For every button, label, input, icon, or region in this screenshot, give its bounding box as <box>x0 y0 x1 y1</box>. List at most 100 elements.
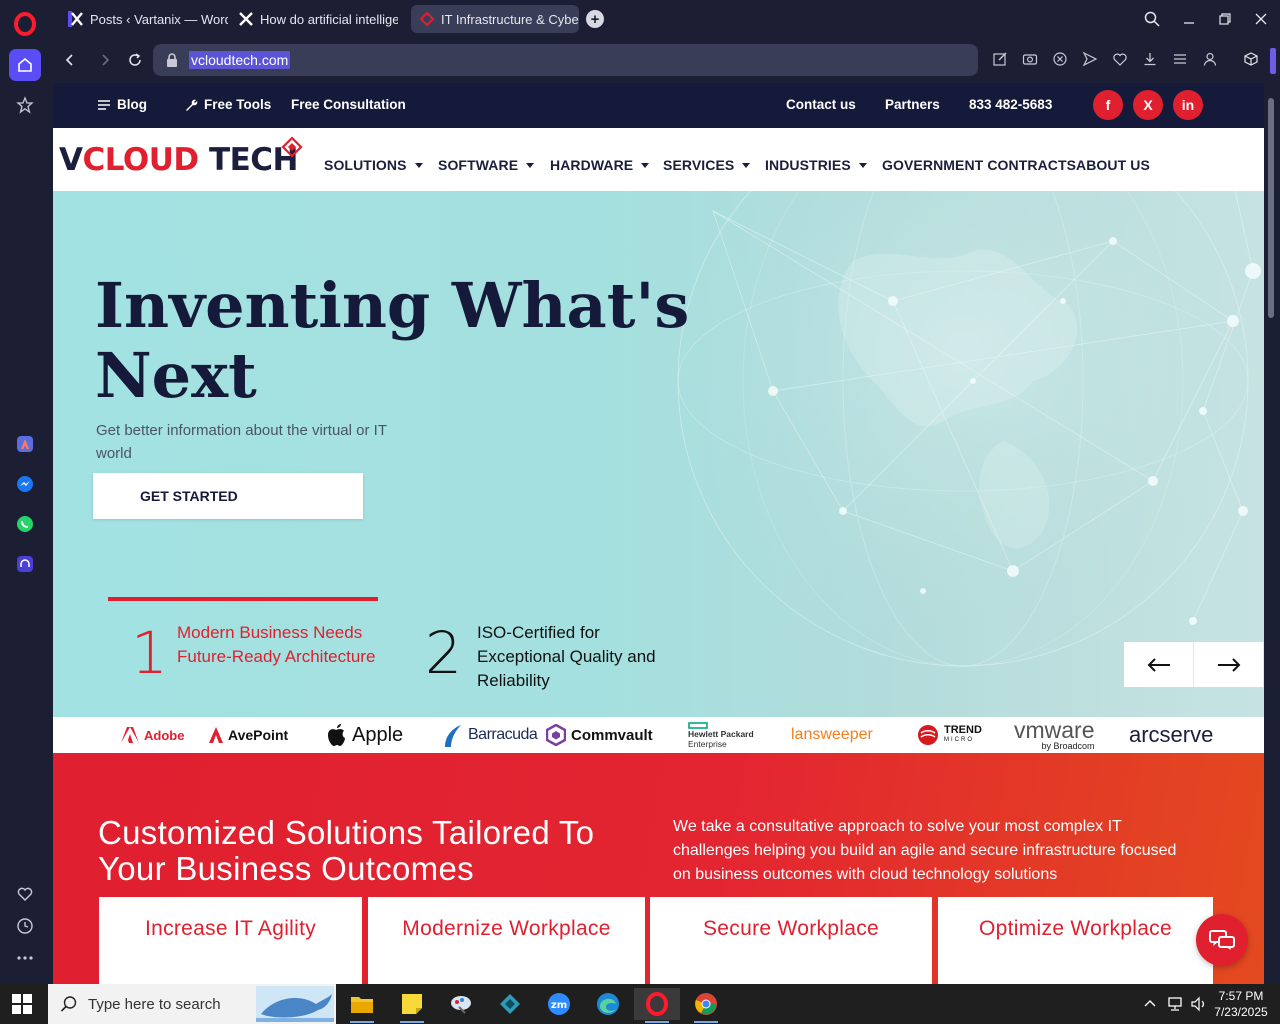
edge-icon <box>597 993 619 1015</box>
opera-logo-icon[interactable] <box>13 12 37 36</box>
send-button[interactable] <box>1082 51 1100 69</box>
partners-link[interactable]: Partners <box>885 97 940 112</box>
restore-button[interactable] <box>1214 8 1236 30</box>
nav-government-contracts[interactable]: GOVERNMENT CONTRACTS <box>882 157 1076 173</box>
volume-icon[interactable] <box>1190 996 1208 1012</box>
nav-government-label: GOVERNMENT CONTRACTS <box>882 157 1077 173</box>
zoom-app[interactable]: zm <box>539 988 579 1020</box>
extensions-button[interactable] <box>1243 51 1261 69</box>
nav-about-us[interactable]: ABOUT US <box>1076 157 1150 173</box>
x-twitter-button[interactable]: X <box>1133 90 1163 120</box>
tab-wordpress-posts[interactable]: Posts ‹ Vartanix — WordPress <box>60 5 228 33</box>
scrollbar-thumb[interactable] <box>1268 98 1274 318</box>
trend-text-2: MICRO <box>944 737 974 743</box>
profile-button[interactable] <box>1202 51 1220 69</box>
adobe-text: Adobe <box>144 727 185 743</box>
chevron-up-icon[interactable] <box>1142 996 1158 1012</box>
file-explorer-app[interactable] <box>342 988 382 1023</box>
linkedin-button[interactable]: in <box>1173 90 1203 120</box>
windows-taskbar: Type here to search zm 7:57 PM 7/23/2025 <box>0 984 1280 1024</box>
windows-start-icon[interactable] <box>12 994 32 1014</box>
easy-setup-button[interactable] <box>1172 51 1190 69</box>
history-button[interactable] <box>9 910 41 942</box>
edit-page-button[interactable] <box>992 51 1010 69</box>
messenger-button[interactable] <box>9 468 41 500</box>
avepoint-icon <box>209 727 223 743</box>
card-optimize-workplace[interactable]: Optimize Workplace <box>938 897 1213 984</box>
nav-about-label: ABOUT US <box>1076 157 1150 173</box>
home-button[interactable] <box>9 49 41 81</box>
tab-vcloudtech[interactable]: IT Infrastructure & Cybersecurity <box>411 5 579 33</box>
new-tab-button[interactable]: + <box>586 10 604 28</box>
speed-dial-button[interactable] <box>9 89 41 121</box>
next-slide-button[interactable] <box>1194 642 1264 687</box>
reload-button[interactable] <box>125 50 145 70</box>
slide-2-text[interactable]: ISO-Certified for Exceptional Quality an… <box>477 621 692 693</box>
tab-ai-article[interactable]: How do artificial intelligence <box>230 5 398 33</box>
sticky-note-icon <box>402 994 422 1014</box>
chrome-app[interactable] <box>686 988 726 1023</box>
slide-1-text[interactable]: Modern Business Needs Future-Ready Archi… <box>177 621 392 669</box>
snipping-tool-app[interactable] <box>441 988 481 1020</box>
nav-software-label: SOFTWARE <box>438 157 519 173</box>
sticky-notes-app[interactable] <box>392 988 432 1023</box>
card-secure-workplace[interactable]: Secure Workplace <box>650 897 932 984</box>
edge-app[interactable] <box>588 988 628 1020</box>
card-modernize-workplace[interactable]: Modernize Workplace <box>368 897 645 984</box>
adblock-button[interactable] <box>1052 51 1070 69</box>
get-started-button[interactable]: GET STARTED <box>93 473 363 519</box>
linkedin-icon: in <box>1181 97 1195 113</box>
downloads-button[interactable] <box>1142 51 1160 69</box>
taskbar-clock[interactable]: 7:57 PM 7/23/2025 <box>1210 988 1272 1020</box>
phone-link[interactable]: 833 482-5683 <box>969 97 1052 112</box>
blog-link[interactable]: Blog <box>97 97 147 112</box>
site-topbar: Blog Free Tools Free Consultation Contac… <box>53 83 1264 128</box>
bookmark-heart-button[interactable] <box>1112 51 1130 69</box>
close-button[interactable] <box>1250 8 1272 30</box>
address-bar[interactable]: vcloudtech.com <box>153 44 978 76</box>
taskbar-search-box[interactable]: Type here to search <box>48 984 336 1024</box>
phone-number: 833 482-5683 <box>969 97 1053 112</box>
headphones-icon <box>17 556 33 572</box>
back-button[interactable] <box>60 50 80 70</box>
more-button[interactable] <box>9 942 41 974</box>
solutions-section: Customized Solutions Tailored To Your Bu… <box>53 753 1264 984</box>
nav-services[interactable]: SERVICES <box>663 157 751 173</box>
network-icon[interactable] <box>1166 996 1184 1012</box>
bookmarks-button[interactable] <box>9 878 41 910</box>
nav-industries[interactable]: INDUSTRIES <box>765 157 867 173</box>
whatsapp-button[interactable] <box>9 508 41 540</box>
aria-button[interactable] <box>9 428 41 460</box>
adobe-icon <box>121 727 139 743</box>
nav-software[interactable]: SOFTWARE <box>438 157 535 173</box>
search-icon <box>60 996 77 1012</box>
chat-widget-button[interactable] <box>1196 914 1248 966</box>
opera-app[interactable] <box>634 988 680 1023</box>
page-scrollbar[interactable] <box>1266 83 1276 984</box>
free-tools-link[interactable]: Free Tools <box>184 97 271 112</box>
url-text[interactable]: vcloudtech.com <box>189 51 291 69</box>
system-tray <box>1142 984 1208 1024</box>
contact-link[interactable]: Contact us <box>786 97 856 112</box>
menu-lines-icon <box>98 99 110 110</box>
lock-icon[interactable] <box>165 52 179 68</box>
forward-button[interactable] <box>95 50 115 70</box>
chrome-icon <box>695 993 717 1015</box>
vartanix-favicon-icon <box>239 12 253 26</box>
minimize-button[interactable] <box>1178 8 1200 30</box>
prev-slide-button[interactable] <box>1124 642 1194 687</box>
nav-solutions[interactable]: SOLUTIONS <box>324 157 423 173</box>
snapshot-button[interactable] <box>1022 51 1040 69</box>
slide-2-number[interactable]: 2 <box>425 623 462 683</box>
slide-1-number[interactable]: 1 <box>131 623 168 683</box>
free-consultation-link[interactable]: Free Consultation <box>291 97 406 112</box>
download-icon <box>1144 53 1156 66</box>
vcloud-logo[interactable]: VCLOUD TECH <box>59 142 298 178</box>
chevron-down-icon <box>742 162 751 168</box>
nav-hardware[interactable]: HARDWARE <box>550 157 650 173</box>
tab-search-button[interactable] <box>1141 8 1163 30</box>
facebook-button[interactable]: f <box>1093 90 1123 120</box>
card-increase-it-agility[interactable]: Increase IT Agility <box>99 897 362 984</box>
music-player-button[interactable] <box>9 548 41 580</box>
taskbar-app-diamond[interactable] <box>490 988 530 1020</box>
